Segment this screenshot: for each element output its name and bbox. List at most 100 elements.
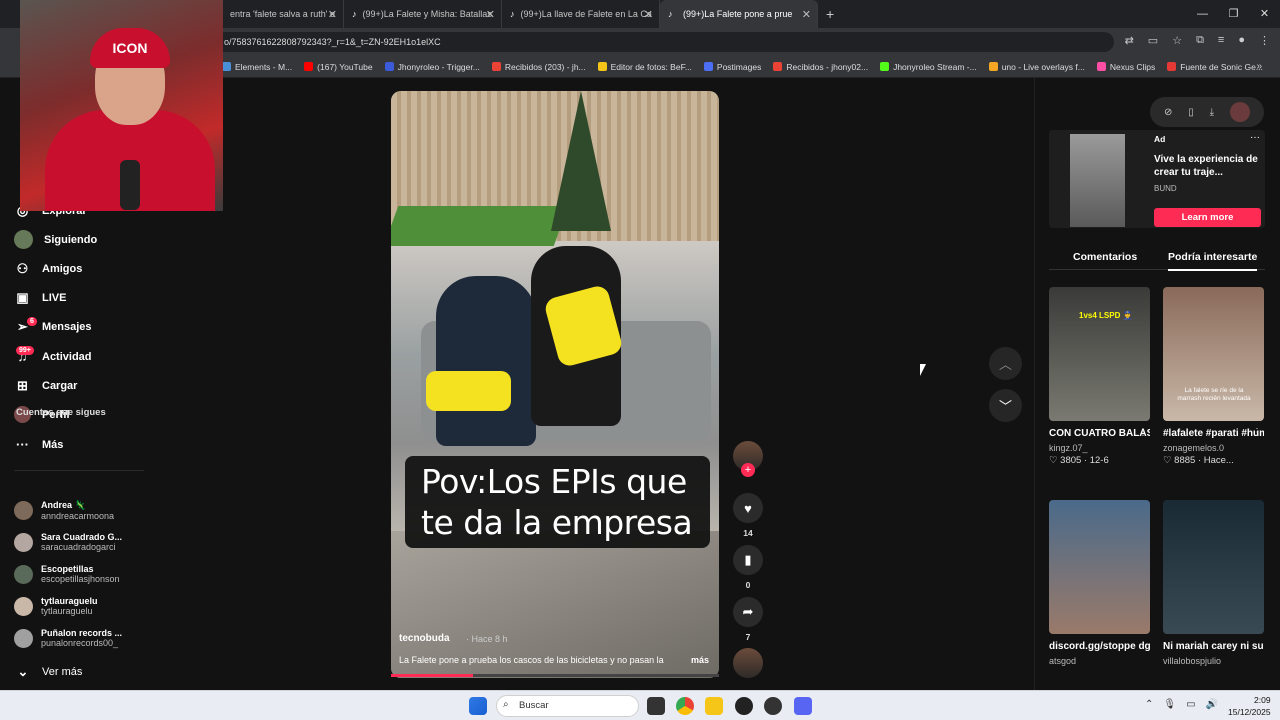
bookmark-favicon-icon [703,62,713,71]
menu-icon[interactable]: ⋮ [1259,34,1270,47]
suggested-video-card[interactable]: 1vs4 LSPD 👮 CON CUATRO BALAS BASTA 😂... … [1049,287,1150,466]
card-options-icon[interactable]: ⋮ [1138,427,1148,438]
next-video-button[interactable]: ﹀ [989,389,1022,422]
bookmark-item[interactable]: Elements - M... [222,62,292,72]
windows-start-icon[interactable] [469,697,487,715]
chevron-up-icon[interactable]: ⌃ [1145,699,1153,710]
bookmark-label: Fuente de Sonic Ge... [1180,61,1263,72]
bookmark-item[interactable]: Nexus Clips [1096,62,1155,72]
follow-plus-icon[interactable]: + [741,463,755,477]
phone-icon[interactable]: ▯ [1188,107,1194,118]
tiktok-icon: ♪ [352,8,357,19]
bookmark-item[interactable]: Recibidos (203) - jh... [491,62,586,72]
minimize-icon[interactable]: — [1187,0,1218,28]
tab-comentarios[interactable]: Comentarios [1073,251,1137,263]
file-explorer-icon[interactable] [705,697,723,715]
sidebar-item-live[interactable]: ▣ LIVE [14,289,66,306]
user-avatar[interactable] [1230,102,1250,122]
video-progress-bar[interactable] [391,674,719,677]
bookmark-item[interactable]: uno - Live overlays f... [988,62,1085,72]
browser-tab-2[interactable]: ♪ (99+)La Falete y Misha: Batallas ✕ [344,0,502,28]
following-account[interactable]: Puñalon records ... punalonrecords00_ [14,628,122,648]
following-account[interactable]: tytlauraguelu tytlauraguelu [14,596,98,616]
task-view-icon[interactable] [647,697,665,715]
url-field[interactable]: o/7583761622808792343?_r=1&_t=ZN-92EH1o1… [214,32,1114,52]
browser-tab-3[interactable]: ♪ (99+)La llave de Falete en La Ca ✕ [502,0,660,28]
close-window-icon[interactable]: ✕ [1249,0,1280,28]
sidebar-item-mensajes[interactable]: ➢ Mensajes [14,318,91,335]
close-tab-icon[interactable]: ✕ [328,8,337,21]
sidebar-item-cargar[interactable]: ⊞ Cargar [14,377,77,394]
save-button[interactable]: ▮ [733,545,763,575]
ad-thumbnail[interactable] [1070,134,1125,227]
bookmark-favicon-icon [597,62,607,71]
translate-icon[interactable]: ⇄ [1125,34,1134,47]
obs-icon[interactable] [735,697,753,715]
bookmark-item[interactable]: Recibidos - jhony02... [773,62,868,72]
close-tab-icon[interactable]: ✕ [644,8,653,21]
video-more-link[interactable]: más [691,655,709,665]
bookmark-item[interactable]: (167) YouTube [304,62,373,72]
bookmark-favicon-icon [1096,62,1106,71]
card-thumbnail[interactable]: La falete se ríe de la marrash recién le… [1163,287,1264,421]
extensions-icon[interactable]: ⧉ [1196,34,1204,47]
card-title: Ni mariah carey ni su prima 🎤... [1163,641,1264,652]
bookmark-star-icon[interactable]: ☆ [1172,34,1182,47]
share-button[interactable]: ➦ [733,597,763,627]
save-count: 0 [745,580,751,590]
creator-avatar[interactable]: + [733,441,763,477]
activity-badge: 99+ [16,346,34,355]
card-options-icon[interactable]: ⋮ [1252,427,1262,438]
bookmark-item[interactable]: Jhonyroleo Stream -... [880,62,977,72]
video-player[interactable] [391,91,719,678]
learn-more-button[interactable]: Learn more [1154,208,1261,227]
sidebar-item-amigos[interactable]: ⚇ Amigos [14,260,83,277]
browser-tab-active[interactable]: ♪ (99+)La Falete pone a prue ✕ [660,0,818,28]
bookmarks-overflow-icon[interactable]: » [1256,61,1262,72]
compass-icon[interactable]: ⊘ [1164,107,1172,118]
browser-tab-1[interactable]: entra 'falete salva a ruth' e ✕ [222,0,344,28]
mic-icon[interactable]: 🎙 [1163,699,1176,710]
suggested-video-card[interactable]: discord.gg/stoppe dgg #atsgod... atsgod [1049,500,1150,666]
bookmark-item[interactable]: Fuente de Sonic Ge... [1167,62,1263,72]
close-tab-icon[interactable]: ✕ [802,8,811,21]
like-button[interactable]: ♥ [733,493,763,523]
new-tab-icon[interactable]: + [826,6,834,22]
card-thumbnail[interactable] [1163,500,1264,634]
restore-icon[interactable]: ❐ [1218,0,1249,28]
bookmark-item[interactable]: Editor de fotos: BeF... [597,62,692,72]
bookmark-item[interactable]: Postimages [703,62,761,72]
media-player-icon[interactable] [764,697,782,715]
card-author: zonagemelos.0 [1163,443,1225,453]
heart-icon: ♥ [744,500,752,516]
following-account[interactable]: Sara Cuadrado G... saracuadradogarci [14,532,122,552]
suggested-video-card[interactable]: La falete se ríe de la marrash recién le… [1163,287,1264,466]
tab-podria-interesarte[interactable]: Podría interesarte [1168,251,1258,271]
close-tab-icon[interactable]: ✕ [486,8,495,21]
clock[interactable]: 2:09 15/12/2025 [1228,694,1271,718]
reading-list-icon[interactable]: ≡ [1218,34,1224,47]
network-icon[interactable]: ▭ [1186,699,1195,710]
discord-icon[interactable] [794,697,812,715]
card-thumbnail[interactable]: 1vs4 LSPD 👮 [1049,287,1150,421]
messages-badge: 6 [27,317,37,326]
cast-icon[interactable]: ▭ [1148,34,1158,47]
video-author[interactable]: tecnobuda [399,633,450,644]
see-more-button[interactable]: ⌄ Ver más [16,663,83,680]
following-account[interactable]: Escopetillas escopetillasjhonson [14,564,120,584]
volume-icon[interactable]: 🔊 [1206,699,1218,710]
download-icon[interactable]: ⤓ [1210,107,1214,118]
taskbar-search[interactable]: Buscar [496,695,639,717]
chrome-icon[interactable] [676,697,694,715]
card-thumbnail[interactable] [1049,500,1150,634]
previous-video-button[interactable]: ︿ [989,347,1022,380]
ad-options-icon[interactable]: ··· [1250,132,1260,143]
profile-icon[interactable]: ● [1238,34,1245,47]
sidebar-item-siguiendo[interactable]: Siguiendo [14,230,97,249]
sound-disc-avatar[interactable] [733,648,763,678]
sidebar-item-label: Siguiendo [44,233,98,246]
suggested-video-card[interactable]: Ni mariah carey ni su prima 🎤... villalo… [1163,500,1264,666]
bookmark-item[interactable]: Jhonyroleo - Trigger... [384,62,480,72]
following-account[interactable]: Andrea 🦎 anndreacarmoona [14,500,114,521]
sidebar-item-mas[interactable]: ··· Más [14,436,63,453]
